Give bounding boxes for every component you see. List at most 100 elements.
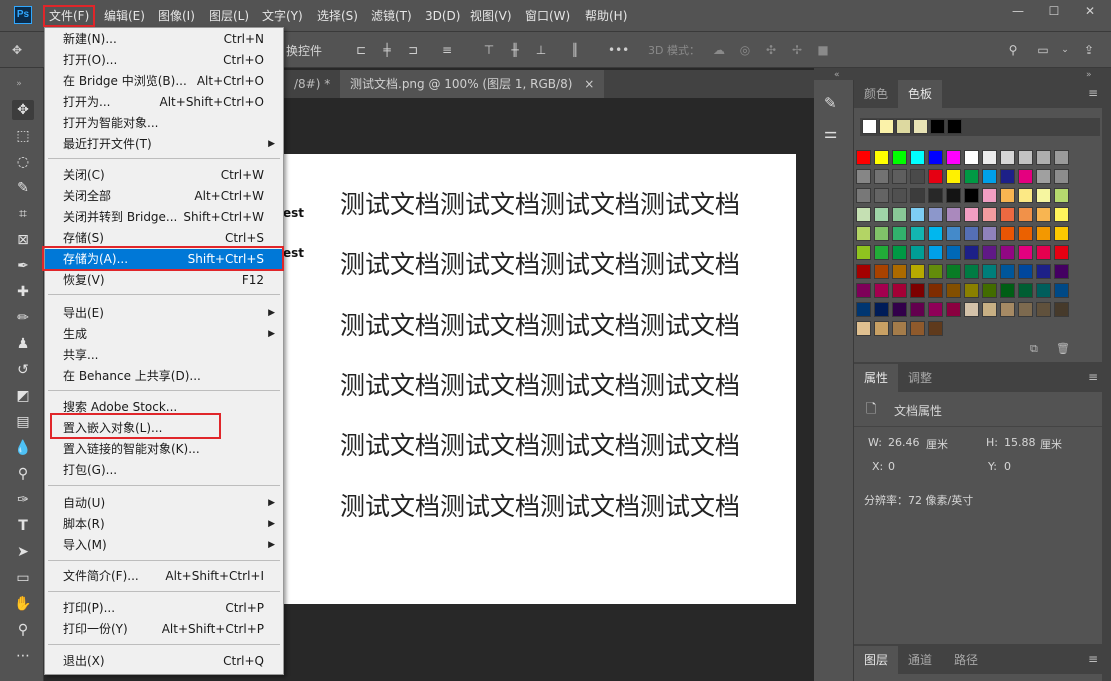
clone-stamp-tool-icon[interactable]: ♟ — [12, 334, 34, 354]
color-swatch[interactable] — [910, 283, 925, 298]
color-swatch[interactable] — [1054, 245, 1069, 260]
document-canvas[interactable]: 测试文档测试文档测试文档测试文档 测试文档测试文档测试文档测试文档 测试文档测试… — [283, 154, 796, 604]
align-top-icon[interactable]: ⊤ — [480, 42, 498, 58]
color-swatch[interactable] — [1000, 264, 1015, 279]
color-swatch[interactable] — [964, 245, 979, 260]
color-swatch[interactable] — [1036, 302, 1051, 317]
menu-item-package[interactable]: 打包(G)... — [45, 460, 283, 481]
color-swatch[interactable] — [1036, 188, 1051, 203]
frame-tool-icon[interactable]: ⊠ — [12, 230, 34, 250]
chevron-down-icon[interactable]: ⌄ — [1056, 42, 1074, 58]
color-swatch[interactable] — [1054, 188, 1069, 203]
align-hcenter-icon[interactable]: ╪ — [378, 42, 396, 58]
menu-window[interactable]: 窗口(W) — [525, 7, 570, 25]
color-swatch[interactable] — [1036, 169, 1051, 184]
color-swatch[interactable] — [910, 188, 925, 203]
menu-item-share[interactable]: 共享... — [45, 345, 283, 366]
align-bottom-icon[interactable]: ⊥ — [532, 42, 550, 58]
color-swatch[interactable] — [1018, 150, 1033, 165]
color-swatch[interactable] — [1000, 302, 1015, 317]
eraser-tool-icon[interactable]: ◩ — [12, 386, 34, 406]
menu-item-export[interactable]: 导出(E) ▶ — [45, 303, 283, 324]
color-swatch[interactable] — [874, 283, 889, 298]
new-swatch-icon[interactable]: ⧉ — [1030, 342, 1038, 356]
dodge-tool-icon[interactable]: ⚲ — [12, 464, 34, 484]
color-swatch[interactable] — [1054, 169, 1069, 184]
color-swatch[interactable] — [892, 321, 907, 336]
hand-tool-icon[interactable]: ✋ — [12, 594, 34, 614]
color-swatch[interactable] — [1000, 188, 1015, 203]
color-swatch[interactable] — [946, 283, 961, 298]
menu-help[interactable]: 帮助(H) — [585, 7, 627, 25]
color-swatch[interactable] — [1036, 150, 1051, 165]
menu-item-new[interactable]: 新建(N)... Ctrl+N — [45, 29, 283, 50]
color-swatch[interactable] — [964, 226, 979, 241]
color-swatch[interactable] — [910, 245, 925, 260]
x-value[interactable]: 0 — [888, 460, 895, 473]
recent-swatch[interactable] — [930, 119, 945, 134]
color-swatch[interactable] — [1000, 245, 1015, 260]
menu-item-close-all[interactable]: 关闭全部 Alt+Ctrl+W — [45, 186, 283, 207]
color-swatch[interactable] — [874, 207, 889, 222]
pen-tool-icon[interactable]: ✑ — [12, 490, 34, 510]
menu-item-browse-bridge[interactable]: 在 Bridge 中浏览(B)... Alt+Ctrl+O — [45, 71, 283, 92]
menu-filter[interactable]: 滤镜(T) — [371, 7, 412, 25]
color-swatch[interactable] — [910, 264, 925, 279]
color-swatch[interactable] — [892, 302, 907, 317]
panel-menu-icon[interactable]: ≡ — [1088, 652, 1098, 666]
distribute-icon[interactable]: ≡ — [438, 42, 456, 58]
menu-item-place-linked[interactable]: 置入链接的智能对象(K)... — [45, 439, 283, 460]
color-swatch[interactable] — [856, 169, 871, 184]
color-swatch[interactable] — [910, 207, 925, 222]
menu-item-revert[interactable]: 恢复(V) F12 — [45, 270, 283, 291]
color-swatch[interactable] — [982, 264, 997, 279]
color-swatch[interactable] — [946, 207, 961, 222]
recent-swatch[interactable] — [913, 119, 928, 134]
color-swatch[interactable] — [1054, 150, 1069, 165]
menu-select[interactable]: 选择(S) — [317, 7, 358, 25]
color-swatch[interactable] — [928, 207, 943, 222]
width-value[interactable]: 26.46 — [888, 436, 920, 449]
color-swatch[interactable] — [1054, 264, 1069, 279]
color-swatch[interactable] — [946, 226, 961, 241]
color-swatch[interactable] — [1054, 283, 1069, 298]
adjustments-icon[interactable]: ⚌ — [824, 124, 837, 142]
search-icon[interactable]: ⚲ — [1004, 42, 1022, 58]
color-swatch[interactable] — [928, 245, 943, 260]
color-swatch[interactable] — [892, 188, 907, 203]
menu-view[interactable]: 视图(V) — [470, 7, 512, 25]
recent-swatch[interactable] — [947, 119, 962, 134]
menu-item-print-one-copy[interactable]: 打印一份(Y) Alt+Shift+Ctrl+P — [45, 619, 283, 640]
color-swatch[interactable] — [910, 321, 925, 336]
color-swatch[interactable] — [1054, 207, 1069, 222]
color-swatch[interactable] — [1000, 150, 1015, 165]
lasso-tool-icon[interactable]: ◌ — [12, 152, 34, 172]
menu-file[interactable]: 文件(F) — [43, 5, 96, 27]
color-swatch[interactable] — [1054, 226, 1069, 241]
color-swatch[interactable] — [982, 150, 997, 165]
crop-tool-icon[interactable]: ⌗ — [12, 204, 34, 224]
more-tools-icon[interactable]: ⋯ — [12, 646, 34, 666]
3d-scale-icon[interactable]: ■ — [814, 42, 832, 58]
color-swatch[interactable] — [946, 245, 961, 260]
tab-document-2[interactable]: 测试文档.png @ 100% (图层 1, RGB/8) × — [340, 70, 605, 98]
color-swatch[interactable] — [874, 245, 889, 260]
menu-item-print[interactable]: 打印(P)... Ctrl+P — [45, 598, 283, 619]
color-swatch[interactable] — [892, 150, 907, 165]
color-swatch[interactable] — [892, 245, 907, 260]
color-swatch[interactable] — [892, 207, 907, 222]
color-swatch[interactable] — [856, 150, 871, 165]
color-swatch[interactable] — [1018, 245, 1033, 260]
color-swatch[interactable] — [892, 169, 907, 184]
color-swatch[interactable] — [1018, 226, 1033, 241]
path-select-tool-icon[interactable]: ➤ — [12, 542, 34, 562]
menu-type[interactable]: 文字(Y) — [262, 7, 303, 25]
distribute-vertical-icon[interactable]: ║ — [566, 42, 584, 58]
color-swatch[interactable] — [982, 302, 997, 317]
panel-menu-icon[interactable]: ≡ — [1088, 370, 1098, 384]
color-swatch[interactable] — [1036, 245, 1051, 260]
3d-drag-icon[interactable]: ✣ — [762, 42, 780, 58]
move-tool-preset-icon[interactable]: ✥ — [8, 42, 26, 58]
close-window-button[interactable]: ✕ — [1072, 0, 1108, 22]
color-swatch[interactable] — [1000, 226, 1015, 241]
